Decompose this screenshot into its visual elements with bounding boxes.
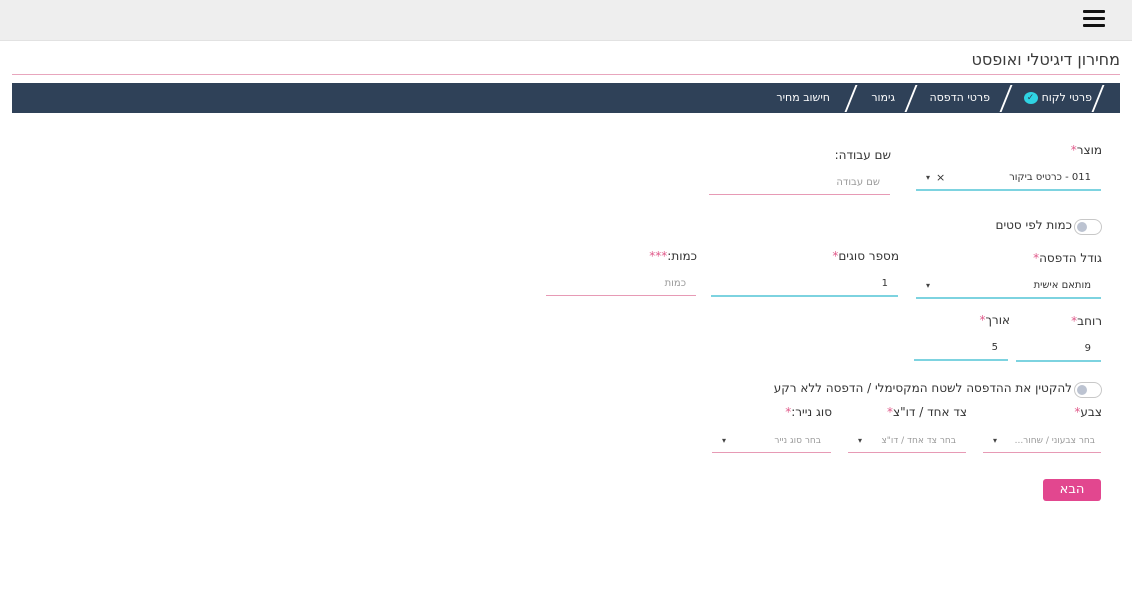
job-name-placeholder: שם עבודה [836, 177, 880, 188]
step-print-details[interactable]: פרטי הדפסה [929, 83, 990, 113]
sides-select[interactable]: בחר צד אחד / דו"צ ▾ [848, 430, 966, 453]
product-select[interactable]: 011 - כרטיס ביקור × ▾ [916, 167, 1101, 191]
toggle-knob [1077, 385, 1087, 395]
top-bar [0, 0, 1132, 41]
paper-type-select[interactable]: בחר סוג נייר ▾ [712, 430, 831, 453]
job-name-input[interactable]: שם עבודה [709, 172, 890, 195]
quantity-label: כמות:*** [649, 249, 697, 263]
step-customer-details[interactable]: פרטי לקוח✓ [1023, 83, 1092, 113]
num-types-input[interactable]: 1 [711, 273, 898, 297]
chevron-down-icon: ▾ [926, 281, 931, 290]
width-input[interactable]: 9 [1016, 338, 1101, 362]
hamburger-icon[interactable] [1083, 10, 1105, 30]
title-divider [12, 74, 1120, 75]
step-label: פרטי הדפסה [929, 91, 990, 104]
paper-type-placeholder: בחר סוג נייר [774, 436, 821, 446]
step-label: גימור [871, 91, 895, 104]
step-separator [844, 85, 858, 112]
page-title: מחירון דיגיטלי ואופסט [971, 50, 1120, 69]
shrink-print-label: להקטין את ההדפסה לשטח המקסימלי / הדפסה ל… [773, 381, 1072, 395]
shrink-print-toggle[interactable] [1074, 382, 1102, 398]
quantity-placeholder: כמות [664, 278, 686, 289]
qty-by-sets-label: כמות לפי סטים [995, 218, 1073, 232]
step-label: פרטי לקוח [1041, 91, 1092, 104]
length-label: אורך* [979, 313, 1010, 327]
chevron-down-icon: ▾ [722, 436, 727, 445]
sides-placeholder: בחר צד אחד / דו"צ [881, 436, 956, 446]
print-size-select[interactable]: מותאם אישית ▾ [916, 275, 1101, 299]
width-label: רוחב* [1071, 314, 1102, 328]
chevron-down-icon: ▾ [993, 436, 998, 445]
toggle-knob [1077, 222, 1087, 232]
print-size-value: מותאם אישית [1033, 280, 1091, 291]
num-types-label: מספר סוגים* [832, 249, 899, 263]
chevron-down-icon: ▾ [926, 173, 931, 182]
step-separator [999, 85, 1013, 112]
width-value: 9 [1084, 343, 1091, 354]
length-input[interactable]: 5 [914, 337, 1008, 361]
color-select[interactable]: בחר צבעוני / שחור... ▾ [983, 430, 1101, 453]
steps-bar: פרטי לקוח✓ פרטי הדפסה גימור חישוב מחיר [12, 83, 1120, 113]
chevron-down-icon: ▾ [858, 436, 863, 445]
step-finishing[interactable]: גימור [871, 83, 895, 113]
length-value: 5 [991, 342, 998, 353]
sides-label: צד אחד / דו"צ* [886, 405, 967, 419]
job-name-label: שם עבודה: [834, 148, 891, 162]
paper-type-label: סוג נייר:* [785, 405, 832, 419]
next-button[interactable]: הבא [1043, 479, 1101, 501]
color-placeholder: בחר צבעוני / שחור... [1014, 436, 1095, 446]
product-value: 011 - כרטיס ביקור [1009, 172, 1091, 183]
step-label: חישוב מחיר [776, 91, 830, 104]
print-size-label: גודל הדפסה* [1033, 251, 1102, 265]
check-icon: ✓ [1023, 92, 1038, 104]
clear-icon[interactable]: × [936, 167, 945, 189]
step-price-calc[interactable]: חישוב מחיר [776, 83, 830, 113]
step-separator [904, 85, 918, 112]
step-separator [1091, 85, 1105, 112]
quantity-input[interactable]: כמות [546, 273, 696, 296]
product-label: מוצר* [1070, 143, 1102, 157]
qty-by-sets-toggle[interactable] [1074, 219, 1102, 235]
num-types-value: 1 [881, 278, 888, 289]
color-label: צבע* [1074, 405, 1102, 419]
